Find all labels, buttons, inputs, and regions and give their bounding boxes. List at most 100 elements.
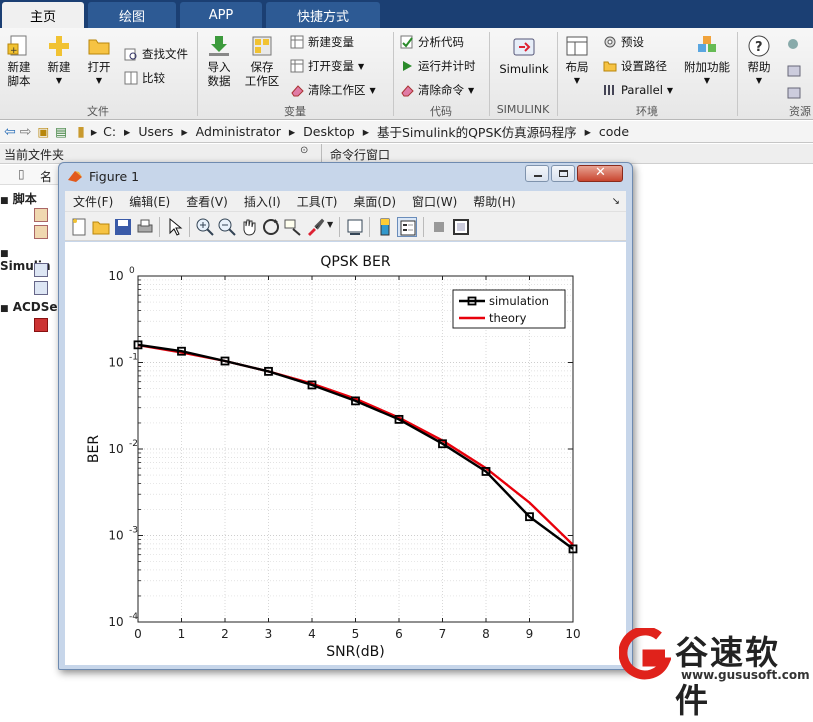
- collapse-icon[interactable]: ■: [0, 249, 9, 259]
- open-button[interactable]: 打开 ▼: [82, 34, 116, 88]
- menu-window[interactable]: 窗口(W): [412, 193, 457, 210]
- collapse-icon[interactable]: ■: [0, 304, 9, 314]
- rotate-3d-icon[interactable]: [261, 217, 281, 237]
- y-tick-exponent: 0: [129, 266, 135, 276]
- figure-window[interactable]: Figure 1 ✕ 文件(F) 编辑(E) 查看(V) 插入(I) 工具(T)…: [58, 162, 633, 670]
- zoom-out-icon[interactable]: [217, 217, 237, 237]
- name-column-header[interactable]: 名: [40, 168, 52, 185]
- breadcrumb-item[interactable]: code: [599, 124, 629, 139]
- menu-tools[interactable]: 工具(T): [297, 193, 338, 210]
- menu-desktop[interactable]: 桌面(D): [353, 193, 396, 210]
- legend-icon[interactable]: [397, 217, 417, 237]
- preferences-button[interactable]: 预设: [603, 33, 644, 51]
- menu-view[interactable]: 查看(V): [186, 193, 228, 210]
- new-variable-button[interactable]: 新建变量: [290, 33, 354, 51]
- print-icon[interactable]: [135, 217, 155, 237]
- pointer-icon[interactable]: [165, 217, 185, 237]
- y-tick-label: 10: [108, 615, 123, 629]
- link-plot-icon[interactable]: [345, 217, 365, 237]
- new-button[interactable]: 新建 ▼: [42, 34, 76, 88]
- breadcrumb-separator-icon: ▸: [181, 124, 188, 139]
- brush-icon[interactable]: [305, 217, 325, 237]
- add-ons-button[interactable]: 附加功能 ▼: [682, 34, 732, 88]
- menu-edit[interactable]: 编辑(E): [129, 193, 170, 210]
- collapse-icon[interactable]: ■: [0, 196, 9, 206]
- browse-folder-icon[interactable]: ▤: [55, 124, 67, 139]
- figure-title-bar[interactable]: Figure 1 ✕: [59, 163, 632, 189]
- dock-arrow-icon[interactable]: ↘: [612, 196, 620, 207]
- import-data-button[interactable]: 导入 数据: [202, 34, 236, 88]
- simulink-label: Simulink: [499, 62, 549, 76]
- toolbar-divider: [159, 217, 160, 237]
- tab-home[interactable]: 主页: [2, 2, 84, 28]
- import-data-label: 导入 数据: [207, 60, 231, 88]
- menu-insert[interactable]: 插入(I): [244, 193, 281, 210]
- parallel-button[interactable]: Parallel ▼: [603, 81, 673, 99]
- x-tick-label: 2: [221, 627, 229, 641]
- save-workspace-button[interactable]: 保存 工作区: [242, 34, 282, 88]
- breadcrumb-item[interactable]: 基于Simulink的QPSK仿真源码程序: [377, 122, 577, 141]
- chevron-down-icon[interactable]: ▼: [327, 220, 333, 229]
- toolbar-divider: [369, 217, 370, 237]
- tab-shortcuts[interactable]: 快捷方式: [266, 2, 380, 28]
- clear-commands-button[interactable]: 清除命令 ▼: [400, 81, 474, 99]
- panel-menu-icon[interactable]: ⊙: [300, 145, 308, 156]
- tree-group-acdsee[interactable]: ■ ACDSe: [0, 300, 58, 314]
- resources-overflow[interactable]: [785, 36, 811, 109]
- show-plot-tools-icon[interactable]: [451, 217, 471, 237]
- colorbar-icon[interactable]: [375, 217, 395, 237]
- open-variable-button[interactable]: 打开变量 ▼: [290, 57, 364, 75]
- breadcrumb-item[interactable]: C:: [103, 124, 116, 139]
- help-button[interactable]: ? 帮助 ▼: [742, 34, 776, 88]
- parallel-label: Parallel: [621, 83, 663, 97]
- forward-arrow-icon[interactable]: ⇨: [20, 124, 32, 140]
- hide-plot-tools-icon[interactable]: [429, 217, 449, 237]
- model-file-icon[interactable]: [34, 263, 48, 277]
- save-icon[interactable]: [113, 217, 133, 237]
- matlab-file-icon[interactable]: [34, 225, 48, 239]
- up-folder-icon[interactable]: ▣: [37, 124, 49, 139]
- figure-toolbar: ▼: [65, 211, 626, 241]
- compare-button[interactable]: 比较: [124, 69, 165, 87]
- preferences-label: 预设: [621, 35, 644, 49]
- simulink-button[interactable]: Simulink: [496, 34, 552, 76]
- analyze-code-button[interactable]: 分析代码: [400, 33, 464, 51]
- menu-help[interactable]: 帮助(H): [473, 193, 515, 210]
- minimize-button[interactable]: [525, 165, 549, 182]
- ber-plot[interactable]: 0 1 2 3 4 5 6 7 8 9 10 10 0 10 -1 10 -2 10 -3 10 -4 QPSK BER S…: [65, 242, 626, 665]
- breadcrumb-item[interactable]: Desktop: [303, 124, 355, 139]
- zoom-in-icon[interactable]: [195, 217, 215, 237]
- watermark-logo: 谷速软件 www.gususoft.com: [615, 624, 813, 720]
- tab-label: 主页: [29, 9, 56, 25]
- set-path-button[interactable]: 设置路径: [603, 57, 667, 75]
- new-script-button[interactable]: + 新建 脚本: [2, 34, 36, 88]
- model-file-icon[interactable]: [34, 281, 48, 295]
- data-cursor-icon[interactable]: [283, 217, 303, 237]
- tab-bar: 主页 绘图 APP 快捷方式: [0, 0, 813, 28]
- tab-plots[interactable]: 绘图: [88, 2, 176, 28]
- new-figure-icon[interactable]: [69, 217, 89, 237]
- maximize-button[interactable]: [551, 165, 575, 182]
- tree-group-scripts[interactable]: ■ 脚本: [0, 190, 37, 207]
- close-button[interactable]: ✕: [577, 165, 623, 182]
- save-workspace-label: 保存 工作区: [244, 60, 280, 88]
- svg-text:+: +: [10, 46, 18, 56]
- clear-workspace-button[interactable]: 清除工作区 ▼: [290, 81, 376, 99]
- breadcrumb-separator-icon: ▸: [90, 124, 98, 139]
- run-and-time-button[interactable]: 运行并计时: [400, 57, 476, 75]
- find-files-button[interactable]: 查找文件: [124, 45, 188, 63]
- menu-file[interactable]: 文件(F): [73, 193, 113, 210]
- breadcrumb-item[interactable]: Administrator: [196, 124, 281, 139]
- png-file-icon[interactable]: [34, 318, 48, 332]
- y-axis-label: BER: [86, 435, 102, 463]
- layout-button[interactable]: 布局 ▼: [560, 34, 594, 88]
- breadcrumb-item[interactable]: Users: [138, 124, 173, 139]
- back-arrow-icon[interactable]: ⇦: [4, 124, 16, 140]
- pan-hand-icon[interactable]: [239, 217, 259, 237]
- tab-apps[interactable]: APP: [180, 2, 262, 28]
- matlab-file-icon[interactable]: [34, 208, 48, 222]
- figure-canvas[interactable]: 0 1 2 3 4 5 6 7 8 9 10 10 0 10 -1 10 -2 10 -3 10 -4 QPSK BER S…: [65, 242, 626, 665]
- open-file-icon[interactable]: [91, 217, 111, 237]
- y-tick-label: 10: [108, 529, 123, 543]
- tree-group-simulink[interactable]: ■ Simulin: [0, 245, 60, 273]
